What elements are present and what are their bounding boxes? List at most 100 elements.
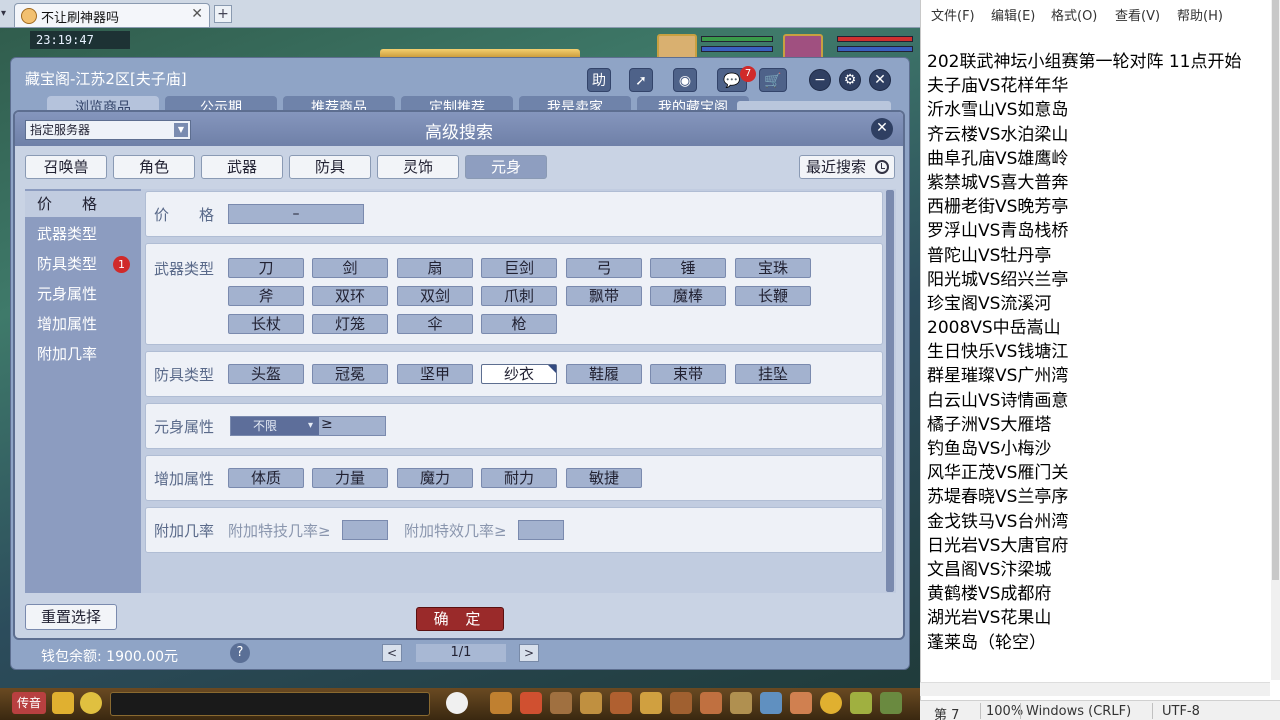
weapon-option[interactable]: 灯笼 xyxy=(312,314,388,334)
menu-icon-9[interactable] xyxy=(730,692,752,714)
sidebar-item-weapon-type[interactable]: 武器类型 xyxy=(25,221,141,247)
player-mp-bar xyxy=(837,46,913,52)
category-yuanshen[interactable]: 元身 xyxy=(465,155,547,179)
menu-icon-8[interactable] xyxy=(700,692,722,714)
add-attr-option[interactable]: 耐力 xyxy=(481,468,557,488)
sidebar-item-extra-rate[interactable]: 附加几率 xyxy=(25,341,141,367)
armor-option[interactable]: 挂坠 xyxy=(735,364,811,384)
minimize-icon[interactable]: − xyxy=(809,69,831,91)
share-icon[interactable]: ➚ xyxy=(629,68,653,92)
content-scroll-thumb[interactable] xyxy=(886,190,894,592)
sidebar-item-armor-type[interactable]: 防具类型 1 xyxy=(25,251,141,277)
weapon-option[interactable]: 枪 xyxy=(481,314,557,334)
notepad-scroll-thumb[interactable] xyxy=(1272,0,1279,580)
panda-icon[interactable] xyxy=(446,692,468,714)
advanced-search-dialog: 指定服务器 ▼ 高级搜索 ✕ 召唤兽 角色 武器 防具 灵饰 元身 最近搜索 价… xyxy=(13,110,905,640)
text-line: 文昌阁VS汴梁城 xyxy=(927,559,1052,580)
tab-close-icon[interactable]: ✕ xyxy=(191,6,203,22)
weapon-option[interactable]: 斧 xyxy=(228,286,304,306)
category-accessory[interactable]: 灵饰 xyxy=(377,155,459,179)
weapon-option[interactable]: 飘带 xyxy=(566,286,642,306)
weapon-option[interactable]: 魔棒 xyxy=(650,286,726,306)
menu-icon-12[interactable] xyxy=(850,692,872,714)
add-attr-option[interactable]: 体质 xyxy=(228,468,304,488)
menu-format[interactable]: 格式(O) xyxy=(1051,5,1097,24)
weapon-option[interactable]: 弓 xyxy=(566,258,642,278)
tab-menu-icon[interactable]: ▾ xyxy=(1,5,13,23)
category-armor[interactable]: 防具 xyxy=(289,155,371,179)
microphone-icon[interactable] xyxy=(52,692,74,714)
settings-icon[interactable]: ⚙ xyxy=(839,69,861,91)
category-weapon[interactable]: 武器 xyxy=(201,155,283,179)
menu-icon-10[interactable] xyxy=(760,692,782,714)
menu-help[interactable]: 帮助(H) xyxy=(1177,5,1223,24)
cart-icon[interactable]: 🛒 xyxy=(759,68,787,92)
menu-icon-2[interactable] xyxy=(520,692,542,714)
weapon-option[interactable]: 锤 xyxy=(650,258,726,278)
armor-option[interactable]: 坚甲 xyxy=(397,364,473,384)
menu-icon-6[interactable] xyxy=(640,692,662,714)
armor-option-selected[interactable]: 纱衣 xyxy=(481,364,557,384)
effect-rate-label: 附加特效几率≥ xyxy=(404,522,507,540)
weapon-option[interactable]: 伞 xyxy=(397,314,473,334)
weapon-option[interactable]: 长鞭 xyxy=(735,286,811,306)
stop-icon[interactable]: ◉ xyxy=(673,68,697,92)
notepad-text-area[interactable]: 202联武神坛小组赛第一轮对阵 11点开始 夫子庙VS花样年华 沂水雪山VS如意… xyxy=(927,50,1267,655)
new-tab-button[interactable]: + xyxy=(214,5,232,23)
menu-edit[interactable]: 编辑(E) xyxy=(991,5,1035,24)
help-icon[interactable]: 助 xyxy=(587,68,611,92)
menu-view[interactable]: 查看(V) xyxy=(1115,5,1160,24)
weapon-option[interactable]: 刀 xyxy=(228,258,304,278)
next-page-button[interactable]: > xyxy=(519,644,539,662)
add-attr-option[interactable]: 力量 xyxy=(312,468,388,488)
sidebar-item-price[interactable]: 价 格 xyxy=(25,191,141,217)
speech-bubble-icon[interactable] xyxy=(80,692,102,714)
menu-icon-4[interactable] xyxy=(580,692,602,714)
category-role[interactable]: 角色 xyxy=(113,155,195,179)
window-close-icon[interactable]: ✕ xyxy=(869,69,891,91)
confirm-button[interactable]: 确 定 xyxy=(416,607,504,631)
recent-search-button[interactable]: 最近搜索 xyxy=(799,155,895,179)
weapon-option[interactable]: 巨剑 xyxy=(481,258,557,278)
add-attr-option[interactable]: 魔力 xyxy=(397,468,473,488)
menu-icon-13[interactable] xyxy=(880,692,902,714)
sidebar-item-yuanshen-attr[interactable]: 元身属性 xyxy=(25,281,141,307)
armor-option[interactable]: 束带 xyxy=(650,364,726,384)
filter-sidebar: 价 格 武器类型 防具类型 1 元身属性 增加属性 附加几率 xyxy=(25,189,141,593)
price-range-input[interactable]: – xyxy=(228,204,364,224)
weapon-option[interactable]: 双环 xyxy=(312,286,388,306)
dialog-close-icon[interactable]: ✕ xyxy=(871,118,893,140)
add-attr-option[interactable]: 敏捷 xyxy=(566,468,642,488)
armor-option[interactable]: 鞋履 xyxy=(566,364,642,384)
category-pet[interactable]: 召唤兽 xyxy=(25,155,107,179)
skill-rate-input[interactable] xyxy=(342,520,388,540)
smiley-icon[interactable] xyxy=(820,692,842,714)
sidebar-item-add-attr[interactable]: 增加属性 xyxy=(25,311,141,337)
menu-icon-11[interactable] xyxy=(790,692,812,714)
weapon-option[interactable]: 长杖 xyxy=(228,314,304,334)
menu-icon-5[interactable] xyxy=(610,692,632,714)
armor-option[interactable]: 冠冕 xyxy=(312,364,388,384)
menu-icon-7[interactable] xyxy=(670,692,692,714)
weapon-option[interactable]: 扇 xyxy=(397,258,473,278)
menu-icon-1[interactable] xyxy=(490,692,512,714)
armor-option[interactable]: 头盔 xyxy=(228,364,304,384)
voice-transmit-button[interactable]: 传音 xyxy=(12,692,46,714)
weapon-option[interactable]: 双剑 xyxy=(397,286,473,306)
dialog-title: 高级搜索 xyxy=(425,123,493,143)
effect-rate-input[interactable] xyxy=(518,520,564,540)
chat-input[interactable] xyxy=(110,692,430,716)
weapon-option[interactable]: 爪刺 xyxy=(481,286,557,306)
notepad-horizontal-scrollbar[interactable] xyxy=(920,682,1270,696)
menu-icon-3[interactable] xyxy=(550,692,572,714)
menu-file[interactable]: 文件(F) xyxy=(931,5,975,24)
yuanshen-attr-field: 不限 ≥ xyxy=(230,416,386,436)
question-icon[interactable]: ? xyxy=(230,643,250,663)
weapon-option[interactable]: 剑 xyxy=(312,258,388,278)
prev-page-button[interactable]: < xyxy=(382,644,402,662)
text-line: 普陀山VS牡丹亭 xyxy=(927,245,1052,266)
weapon-option[interactable]: 宝珠 xyxy=(735,258,811,278)
reset-button[interactable]: 重置选择 xyxy=(25,604,117,630)
browser-tab[interactable]: 不让刷神器吗 ✕ xyxy=(14,3,210,27)
yuanshen-attr-select[interactable]: 不限 xyxy=(231,417,319,435)
